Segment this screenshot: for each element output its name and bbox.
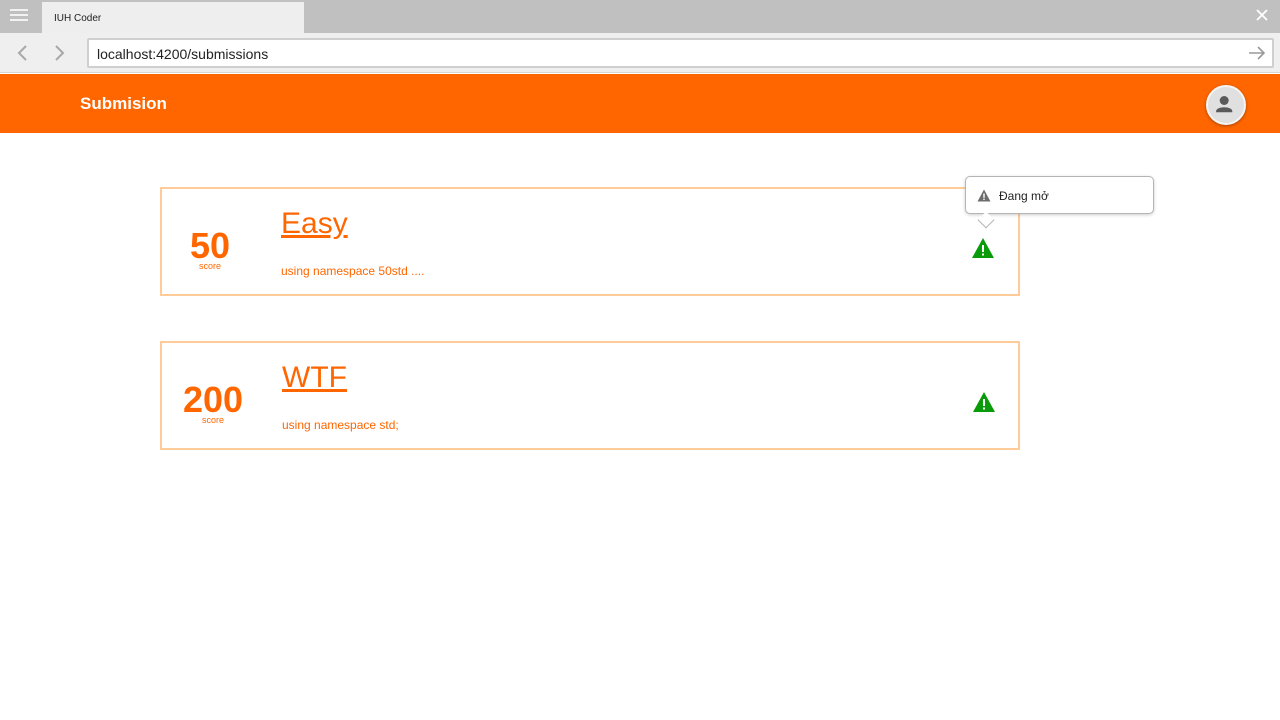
close-icon[interactable] bbox=[1254, 7, 1270, 23]
warning-icon[interactable] bbox=[972, 391, 996, 413]
score-label: score bbox=[198, 261, 221, 271]
forward-arrow-icon[interactable] bbox=[50, 44, 68, 62]
url-text: localhost:4200/submissions bbox=[97, 46, 269, 62]
status-tooltip: Đang mở bbox=[965, 176, 1154, 229]
submission-title-link[interactable]: Easy bbox=[281, 207, 348, 241]
page-title: Submision bbox=[80, 94, 167, 113]
submission-code: using namespace 50std .... bbox=[281, 264, 425, 278]
browser-tab-bar: IUH Coder bbox=[0, 0, 1280, 33]
go-arrow-icon[interactable] bbox=[1248, 45, 1266, 61]
app-header: Submision bbox=[0, 74, 1280, 133]
submission-title-link[interactable]: WTF bbox=[282, 361, 347, 395]
browser-menu-icon[interactable] bbox=[10, 9, 30, 23]
warning-icon[interactable] bbox=[971, 237, 995, 259]
tab-title: IUH Coder bbox=[54, 13, 102, 24]
submission-card[interactable]: 50 score Easy using namespace 50std .... bbox=[160, 187, 1020, 296]
back-arrow-icon[interactable] bbox=[14, 44, 32, 62]
browser-tab[interactable]: IUH Coder bbox=[42, 2, 304, 33]
user-icon bbox=[1216, 96, 1233, 113]
tooltip-text: Đang mở bbox=[999, 189, 1049, 203]
score-label: score bbox=[201, 415, 224, 425]
submission-card[interactable]: 200 score WTF using namespace std; bbox=[160, 341, 1020, 450]
submission-code: using namespace std; bbox=[282, 418, 399, 432]
avatar[interactable] bbox=[1206, 85, 1246, 125]
url-input[interactable]: localhost:4200/submissions bbox=[87, 38, 1274, 68]
browser-address-bar: localhost:4200/submissions bbox=[0, 33, 1280, 73]
warning-icon bbox=[977, 189, 991, 202]
